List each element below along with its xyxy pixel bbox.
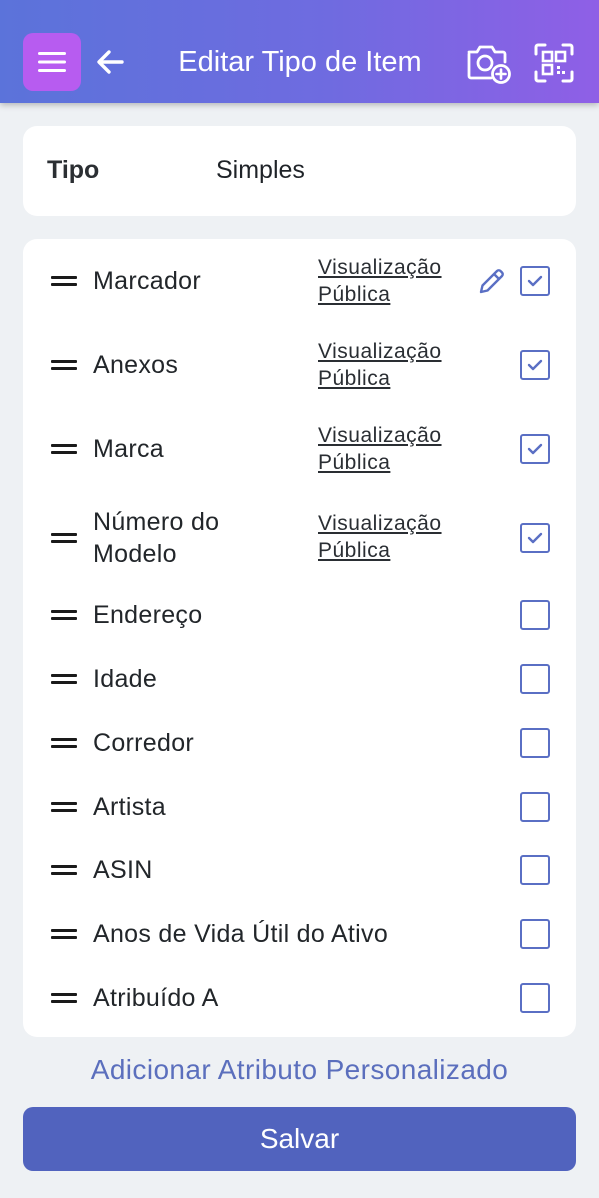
public-view-link[interactable]: Visualização Pública (318, 338, 442, 392)
attribute-checkbox[interactable] (520, 434, 550, 464)
attribute-checkbox[interactable] (520, 983, 550, 1013)
attribute-label: Número do Modelo (93, 506, 219, 570)
attribute-label: Marcador (93, 267, 201, 295)
public-view-link-line2: Pública (318, 367, 391, 390)
drag-handle-icon[interactable] (51, 672, 77, 686)
attribute-label: Anos de Vida Útil do Ativo (93, 920, 389, 948)
attribute-label: Corredor (93, 729, 195, 757)
pencil-icon (479, 269, 504, 294)
public-view-link-line1: Visualização (318, 256, 442, 279)
attribute-label: Artista (93, 793, 166, 821)
drag-handle-icon[interactable] (51, 608, 77, 622)
attribute-label: Marca (93, 435, 164, 463)
drag-handle-icon[interactable] (51, 800, 77, 814)
drag-handle-icon[interactable] (51, 863, 77, 877)
add-custom-attribute-link[interactable]: Adicionar Atributo Personalizado (0, 1054, 599, 1086)
attribute-checkbox[interactable] (520, 792, 550, 822)
drag-handle-icon[interactable] (51, 442, 77, 456)
drag-handle-icon[interactable] (51, 531, 77, 545)
public-view-link-line1: Visualização (318, 512, 442, 535)
public-view-link-line2: Pública (318, 451, 391, 474)
public-view-link[interactable]: Visualização Pública (318, 510, 442, 564)
type-label: Tipo (47, 156, 100, 184)
drag-handle-icon[interactable] (51, 927, 77, 941)
page-title: Editar Tipo de Item (178, 46, 422, 78)
public-view-link-line2: Pública (318, 283, 391, 306)
arrow-left-icon (97, 50, 124, 74)
checkmark-icon (527, 275, 543, 287)
attribute-label: Atribuído A (93, 984, 219, 1012)
checkmark-icon (527, 443, 543, 455)
qr-scan-icon (534, 43, 574, 83)
drag-handle-icon[interactable] (51, 736, 77, 750)
camera-add-icon (467, 45, 511, 84)
scan-button[interactable] (530, 40, 578, 86)
edit-attribute-button[interactable] (477, 266, 507, 296)
checkmark-icon (527, 532, 543, 544)
public-view-link[interactable]: Visualização Pública (318, 254, 442, 308)
attribute-checkbox[interactable] (520, 523, 550, 553)
drag-handle-icon[interactable] (51, 991, 77, 1005)
drag-handle-icon[interactable] (51, 358, 77, 372)
app-header: Editar Tipo de Item (0, 0, 599, 103)
attribute-checkbox[interactable] (520, 350, 550, 380)
attribute-list: Marcador Visualização Pública Anexos Vis… (23, 239, 576, 1037)
public-view-link-line2: Pública (318, 539, 391, 562)
public-view-link[interactable]: Visualização Pública (318, 422, 442, 476)
checkmark-icon (527, 359, 543, 371)
type-card: Tipo Simples (23, 126, 576, 216)
drag-handle-icon[interactable] (51, 274, 77, 288)
attribute-checkbox[interactable] (520, 728, 550, 758)
attribute-label: Anexos (93, 351, 179, 379)
public-view-link-line1: Visualização (318, 424, 442, 447)
attribute-label-line1: Número do (93, 508, 220, 536)
attribute-checkbox[interactable] (520, 664, 550, 694)
attribute-checkbox[interactable] (520, 600, 550, 630)
add-photo-button[interactable] (464, 40, 512, 86)
attribute-checkbox[interactable] (520, 266, 550, 296)
back-button[interactable] (94, 44, 126, 80)
save-button[interactable]: Salvar (23, 1107, 576, 1171)
hamburger-menu-icon (38, 52, 66, 72)
public-view-link-line1: Visualização (318, 340, 442, 363)
attribute-label: Endereço (93, 601, 203, 629)
attribute-label-line2: Modelo (93, 540, 177, 568)
menu-button[interactable] (23, 33, 81, 91)
attribute-label: ASIN (93, 856, 153, 884)
attribute-label: Idade (93, 665, 158, 693)
type-value[interactable]: Simples (216, 156, 305, 185)
attribute-checkbox[interactable] (520, 855, 550, 885)
attribute-checkbox[interactable] (520, 919, 550, 949)
